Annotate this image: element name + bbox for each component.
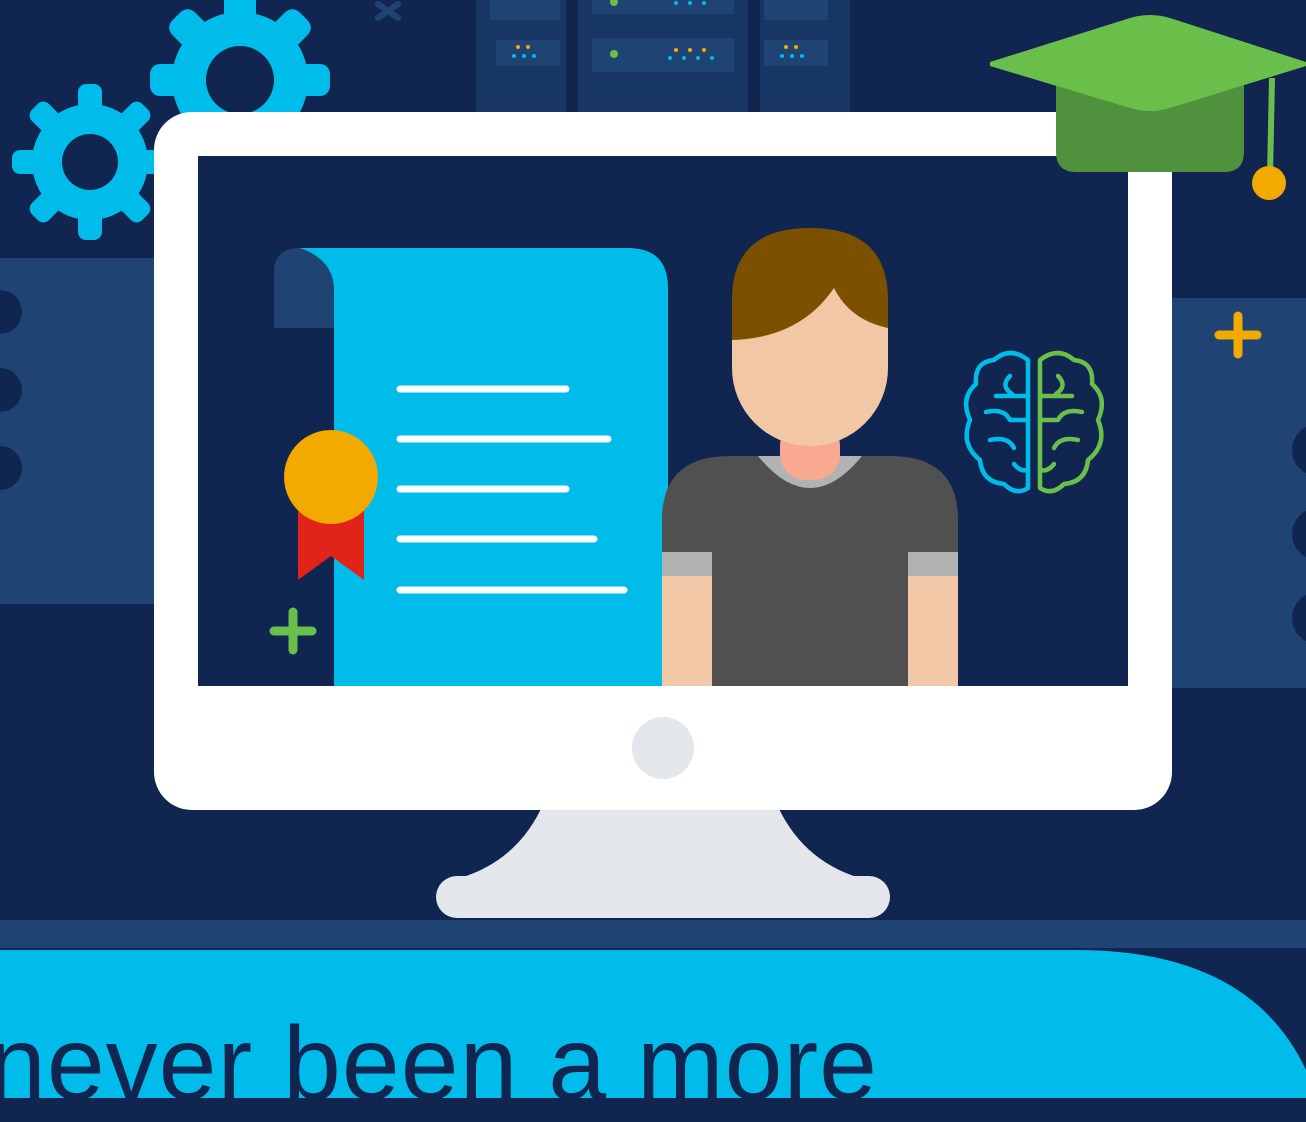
gear-icon: [12, 84, 168, 240]
desk-strip: [0, 920, 1306, 948]
monitor-power-button: [632, 717, 694, 779]
server-rack-icon: [476, 0, 850, 112]
right-panel: [1160, 298, 1306, 688]
illustration-scene: [0, 0, 1306, 1098]
left-panel: [0, 258, 170, 604]
banner-headline: never been a more: [0, 1006, 878, 1122]
